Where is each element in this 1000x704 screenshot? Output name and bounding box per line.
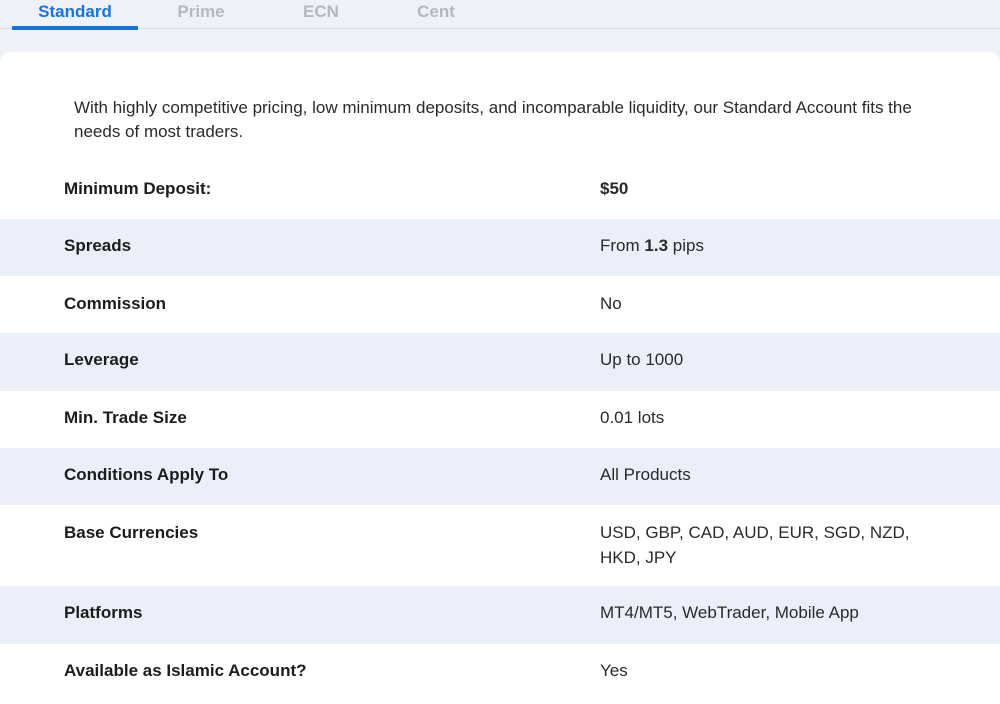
row-value: Up to 1000 <box>600 350 684 369</box>
row-commission: Commission No <box>0 276 1000 333</box>
row-label: Conditions Apply To <box>64 465 229 484</box>
row-value: MT4/MT5, WebTrader, Mobile App <box>600 603 859 622</box>
row-value: No <box>600 294 622 313</box>
row-minimum-deposit: Minimum Deposit: $50 <box>0 163 1000 219</box>
row-value: 0.01 lots <box>600 408 665 427</box>
row-spreads: Spreads From 1.3 pips <box>0 219 1000 276</box>
row-value: USD, GBP, CAD, AUD, EUR, SGD, NZD, HKD, … <box>600 523 910 567</box>
row-value: Yes <box>600 661 628 680</box>
row-platforms: Platforms MT4/MT5, WebTrader, Mobile App <box>0 586 1000 644</box>
row-base-currencies: Base Currencies USD, GBP, CAD, AUD, EUR,… <box>0 505 1000 586</box>
row-label: Spreads <box>64 236 132 255</box>
row-value: All Products <box>600 465 691 484</box>
row-value: $50 <box>600 179 629 198</box>
row-label: Commission <box>64 294 167 313</box>
row-label: Platforms <box>64 603 143 622</box>
tab-standard[interactable]: Standard <box>12 0 138 30</box>
row-islamic-account: Available as Islamic Account? Yes <box>0 644 1000 704</box>
tab-prime[interactable]: Prime <box>162 0 240 26</box>
row-value: From 1.3 pips <box>600 233 940 258</box>
row-label: Min. Trade Size <box>64 408 187 427</box>
account-description: With highly competitive pricing, low min… <box>74 98 912 141</box>
row-leverage: Leverage Up to 1000 <box>0 333 1000 391</box>
row-min-trade-size: Min. Trade Size 0.01 lots <box>0 391 1000 448</box>
account-details-card: With highly competitive pricing, low min… <box>0 52 1000 704</box>
tab-cent[interactable]: Cent <box>405 0 467 26</box>
value-prefix: From <box>600 236 645 255</box>
value-suffix: pips <box>668 236 704 255</box>
row-conditions-apply-to: Conditions Apply To All Products <box>0 448 1000 505</box>
account-type-tabs: Standard Prime ECN Cent <box>0 0 1000 30</box>
row-label: Minimum Deposit: <box>64 179 212 198</box>
row-label: Available as Islamic Account? <box>64 661 307 680</box>
value-bold: 1.3 <box>644 236 669 255</box>
row-label: Base Currencies <box>64 523 199 542</box>
tab-ecn[interactable]: ECN <box>290 0 352 26</box>
row-label: Leverage <box>64 350 139 369</box>
